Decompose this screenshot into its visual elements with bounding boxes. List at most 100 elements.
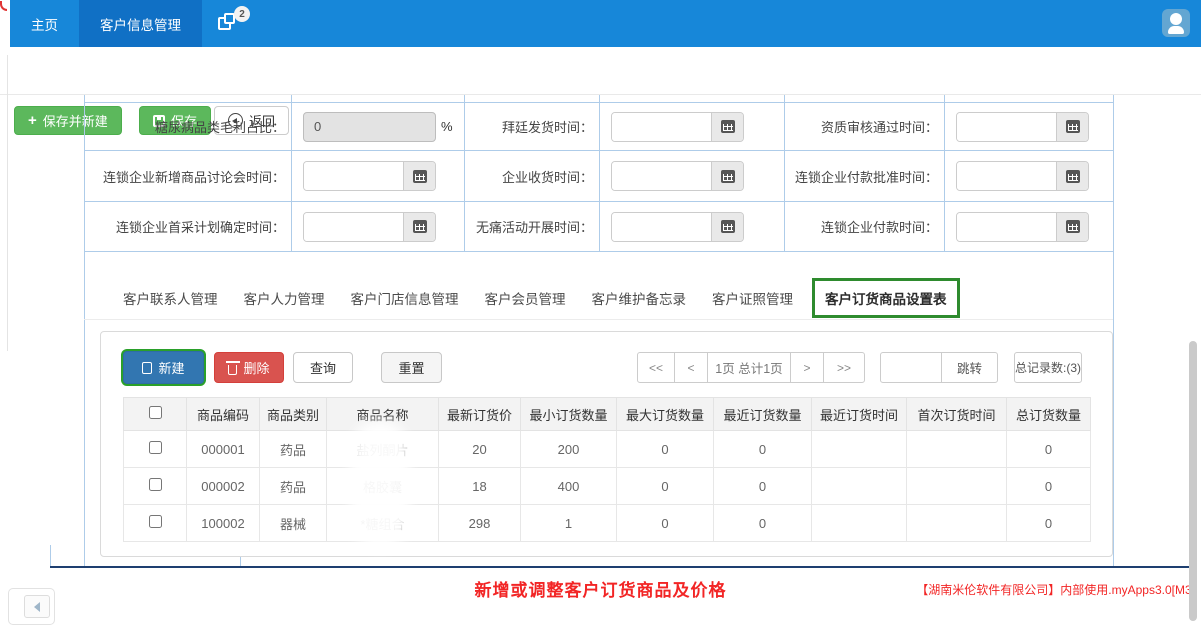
header-first-time: 首次订货时间 [907,398,1007,431]
grid-reset-button[interactable]: 重置 [381,352,442,383]
calendar-button[interactable] [711,213,743,241]
table-row[interactable]: 000002 药品 格胶囊 18 400 0 0 0 [124,468,1091,505]
open-windows-icon[interactable]: 2 [218,13,242,33]
calendar-icon [721,220,735,233]
field-label-first-purchase-plan-time: 连锁企业首采计划确定时间： [84,202,292,252]
calendar-button[interactable] [403,162,435,190]
header-product-category: 商品类别 [260,398,327,431]
calendar-button[interactable] [711,162,743,190]
calendar-button[interactable] [711,113,743,141]
avatar-head-icon [1170,13,1182,25]
customer-detail-form: 糖尿病品类毛利占比： % 拜廷发货时间： 资质审核通过时间： 连锁企业新增商品讨… [84,95,1113,252]
cell-recent-time [812,505,907,542]
horizontal-scroll-left-button[interactable] [24,595,50,618]
page-jump-input[interactable] [880,352,942,383]
field-label-new-product-meeting-time: 连锁企业新增商品讨论会时间： [84,151,292,202]
clipped-row-cell [84,95,292,103]
plus-icon: + [28,113,37,128]
action-toolbar: + 保存并新建 保存 返回 [0,47,1201,95]
table-row[interactable]: 000001 药品 盐列酮片 20 200 0 0 0 [124,431,1091,468]
table-header-row: 商品编码 商品类别 商品名称 最新订货价 最小订货数量 最大订货数量 最近订货数… [124,398,1091,431]
subtab-hr[interactable]: 客户人力管理 [231,288,338,308]
cell-total-qty: 0 [1007,468,1091,505]
calendar-button[interactable] [1056,213,1088,241]
cell-category: 药品 [260,468,327,505]
table-row[interactable]: 100002 器械 *糖组合 298 1 0 0 0 [124,505,1091,542]
pagination-bar: << < 1页 总计1页 > >> [637,352,865,383]
subtab-maintenance-memo[interactable]: 客户维护备忘录 [579,288,700,308]
field-label-qualification-pass-time: 资质审核通过时间： [785,103,945,151]
first-purchase-plan-time-input[interactable] [304,213,403,241]
header-recent-time: 最近订货时间 [812,398,907,431]
calendar-icon [1066,170,1080,183]
diabetes-margin-input[interactable] [303,112,436,142]
page-next-button[interactable]: > [790,352,824,383]
page-last-button[interactable]: >> [823,352,865,383]
subtab-licenses[interactable]: 客户证照管理 [699,288,806,308]
field-label-painless-activity-time: 无痛活动开展时间： [465,202,600,252]
grid-new-button[interactable]: 新建 [123,351,204,384]
header-total-qty: 总订货数量 [1007,398,1091,431]
subtab-order-products-active[interactable]: 客户订货商品设置表 [812,278,960,318]
page-prev-button[interactable]: < [674,352,708,383]
calendar-button[interactable] [1056,113,1088,141]
baiting-ship-time-input[interactable] [612,113,711,141]
left-arrow-icon [34,602,40,612]
cell-min-qty: 1 [521,505,617,542]
row-checkbox[interactable] [149,441,162,454]
nav-tab-customer-info-label: 客户信息管理 [100,14,181,34]
nav-tab-home[interactable]: 主页 [10,0,79,47]
calendar-icon [721,170,735,183]
field-label-enterprise-receive-time: 企业收货时间： [465,151,600,202]
redaction-blur-overlay [350,421,410,548]
cell-first-time [907,431,1007,468]
cell-max-qty: 0 [617,505,714,542]
subtab-contacts[interactable]: 客户联系人管理 [110,288,231,308]
field-first-purchase-plan-time [292,202,465,252]
field-diabetes-margin: % [292,103,465,151]
calendar-button[interactable] [403,213,435,241]
cell-first-time [907,468,1007,505]
date-picker [303,212,436,242]
avatar-body-icon [1168,26,1184,34]
page-jump-button[interactable]: 跳转 [941,352,998,383]
user-avatar[interactable] [1162,9,1190,37]
clipped-row-cell [945,95,1113,103]
trash-icon [228,365,237,375]
cell-first-time [907,505,1007,542]
cell-recent-time [812,431,907,468]
chain-payment-time-input[interactable] [957,213,1056,241]
subtab-store-info[interactable]: 客户门店信息管理 [338,288,472,308]
cell-min-qty: 400 [521,468,617,505]
page-left-edge-line [7,55,8,351]
painless-activity-time-input[interactable] [612,213,711,241]
subtab-members[interactable]: 客户会员管理 [472,288,579,308]
subtabs-bar: 客户联系人管理 客户人力管理 客户门店信息管理 客户会员管理 客户维护备忘录 客… [84,277,1113,319]
date-picker [611,212,744,242]
page-first-button[interactable]: << [637,352,675,383]
nav-tab-customer-info[interactable]: 客户信息管理 [79,0,202,47]
header-product-code: 商品编码 [187,398,260,431]
percent-unit-label: % [441,119,453,134]
clipped-row-cell [292,95,465,103]
field-baiting-ship-time [600,103,785,151]
new-product-meeting-time-input[interactable] [304,162,403,190]
form-right-border [1113,95,1114,566]
row-checkbox[interactable] [149,478,162,491]
grid-query-button[interactable]: 查询 [293,352,353,383]
row-checkbox[interactable] [149,515,162,528]
date-picker [303,161,436,191]
cell-recent-time [812,468,907,505]
date-picker [611,161,744,191]
vertical-scrollbar-thumb[interactable] [1189,341,1197,621]
select-all-checkbox[interactable] [149,406,162,419]
field-qualification-pass-time [945,103,1113,151]
grid-delete-button[interactable]: 删除 [214,352,284,383]
footer-separator-line [50,566,1189,568]
enterprise-receive-time-input[interactable] [612,162,711,190]
calendar-button[interactable] [1056,162,1088,190]
chain-payment-approval-time-input[interactable] [957,162,1056,190]
total-records-badge: 总记录数:(3) [1014,352,1082,383]
cell-recent-qty: 0 [714,468,812,505]
qualification-pass-time-input[interactable] [957,113,1056,141]
